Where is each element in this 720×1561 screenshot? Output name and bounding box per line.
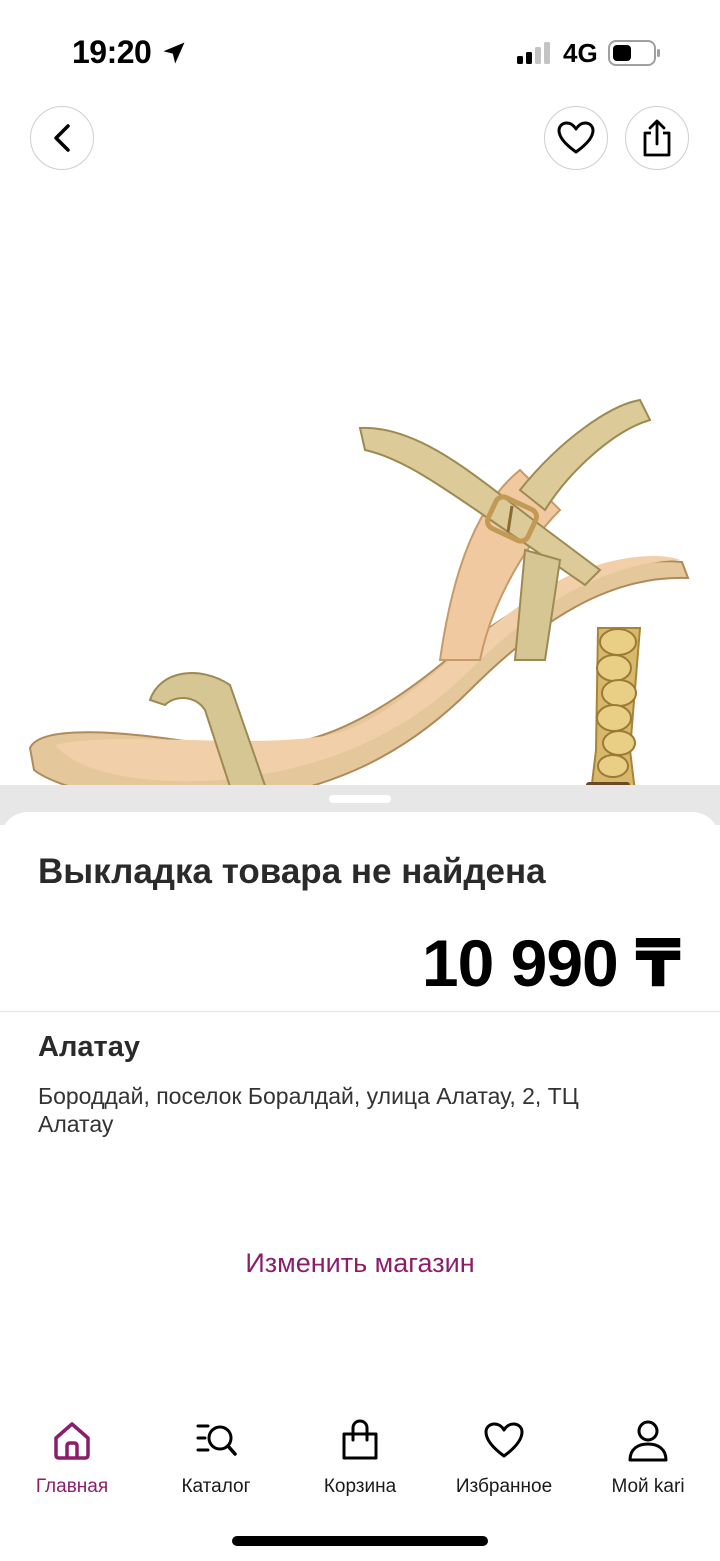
tab-home-label: Главная	[35, 1476, 109, 1497]
tab-cart[interactable]: Корзина	[288, 1418, 432, 1498]
tab-cart-label: Корзина	[323, 1476, 397, 1497]
chevron-left-icon	[54, 124, 70, 152]
change-store-link[interactable]: Изменить магазин	[0, 1248, 720, 1279]
divider	[0, 1011, 720, 1012]
heart-icon	[484, 1422, 524, 1458]
profile-icon	[628, 1420, 668, 1462]
share-button[interactable]	[625, 106, 689, 170]
home-icon	[54, 1422, 90, 1460]
tab-bar: Главная Каталог Корзина Избранное Мой ka…	[0, 1400, 720, 1520]
heart-icon	[557, 121, 595, 154]
tab-home[interactable]: Главная	[0, 1418, 144, 1498]
store-address: Бороддай, поселок Боралдай, улица Алатау…	[38, 1083, 579, 1137]
network-label: 4G	[563, 38, 598, 68]
battery-icon	[608, 40, 660, 66]
bag-icon	[342, 1419, 378, 1460]
tab-catalog[interactable]: Каталог	[144, 1418, 288, 1498]
store-name: Алатау	[38, 1031, 140, 1063]
product-image	[28, 398, 690, 805]
status-time: 19:20	[72, 34, 152, 70]
catalog-search-icon	[196, 1424, 237, 1456]
sheet-grabber[interactable]	[329, 795, 391, 803]
tab-favorites[interactable]: Избранное	[432, 1418, 576, 1498]
tab-catalog-label: Каталог	[181, 1476, 251, 1497]
product-title: Выкладка товара не найдена	[38, 852, 546, 891]
status-bar: 19:20 4G	[0, 0, 720, 100]
tab-profile[interactable]: Мой kari	[576, 1418, 720, 1498]
tab-profile-label: Мой kari	[611, 1476, 685, 1497]
tab-favorites-label: Избранное	[455, 1476, 553, 1497]
product-price: 10 990 ₸	[421, 926, 681, 1000]
favorite-button[interactable]	[544, 106, 608, 170]
home-indicator	[232, 1536, 488, 1546]
location-arrow-icon	[163, 42, 185, 64]
back-button[interactable]	[30, 106, 94, 170]
signal-icon	[517, 42, 550, 64]
share-icon	[643, 119, 671, 157]
